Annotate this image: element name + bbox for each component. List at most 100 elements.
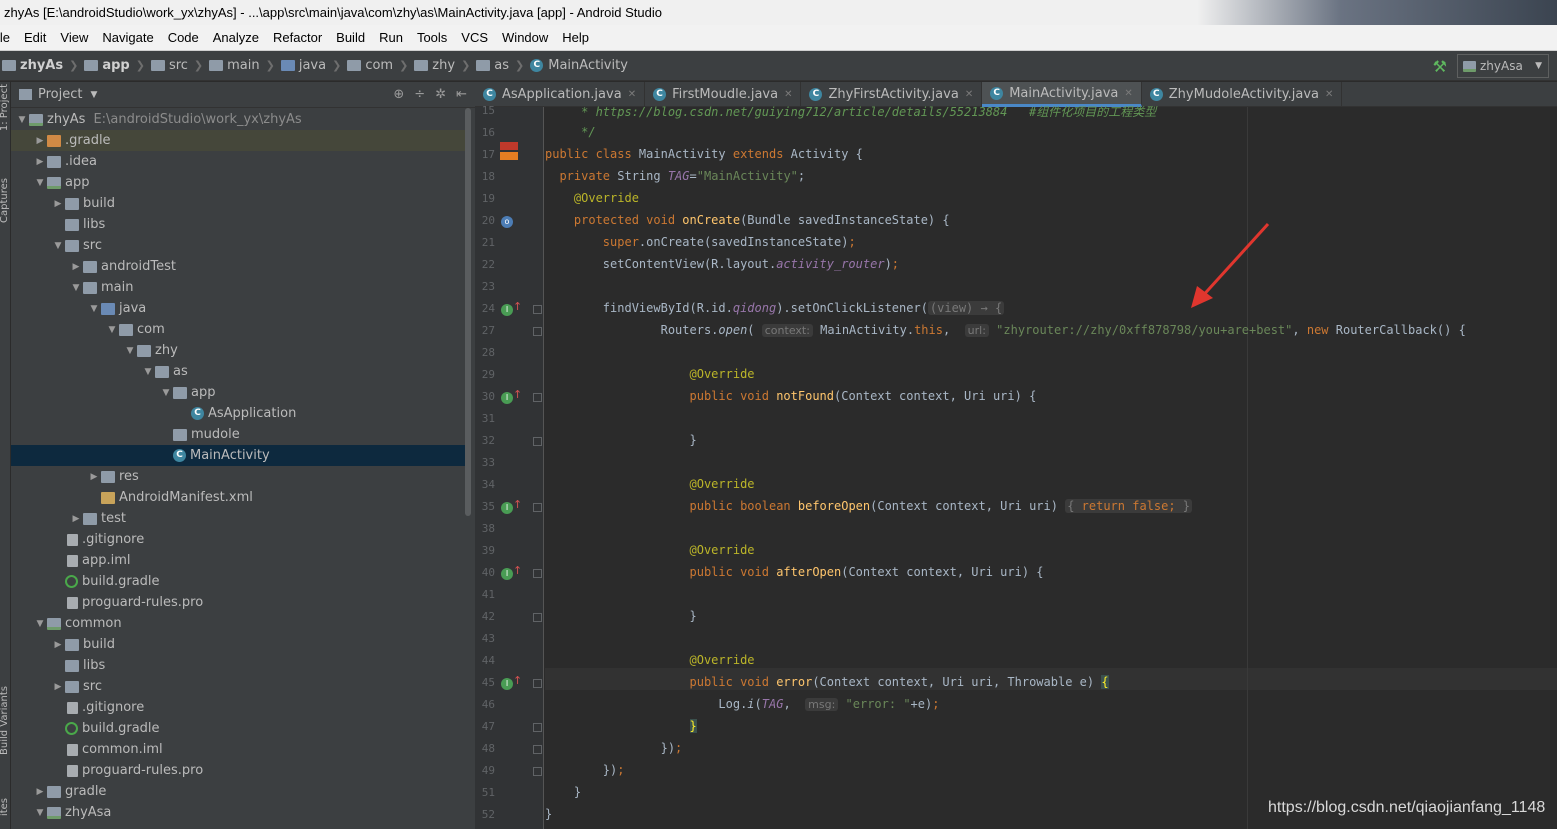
tree-item[interactable]: ▼ main xyxy=(11,277,465,298)
code-line[interactable]: super.onCreate(savedInstanceState); xyxy=(545,235,856,249)
favorites-tool-window-button[interactable]: ites xyxy=(0,798,10,816)
tree-item[interactable]: libs xyxy=(11,655,465,676)
breadcrumb-item[interactable]: src ❯ xyxy=(149,58,207,73)
breadcrumb-item[interactable]: as ❯ xyxy=(474,58,528,73)
overrides-icon[interactable]: o xyxy=(501,216,513,228)
collapsed-arrow-icon[interactable]: ▶ xyxy=(51,640,65,650)
hide-panel-icon[interactable]: ⇤ xyxy=(456,87,467,102)
fold-toggle-icon[interactable] xyxy=(533,305,542,314)
code-line[interactable]: * https://blog.csdn.net/guiying712/artic… xyxy=(545,103,1156,120)
menu-item[interactable]: View xyxy=(53,25,95,51)
tree-item[interactable]: ▼ app xyxy=(11,382,465,403)
menu-item[interactable]: Refactor xyxy=(266,25,329,51)
tree-item[interactable]: proguard-rules.pro xyxy=(11,760,465,781)
close-icon[interactable]: ✕ xyxy=(965,89,973,100)
tree-item[interactable]: ▶ build xyxy=(11,634,465,655)
gear-icon[interactable]: ✲ xyxy=(435,87,446,102)
collapsed-arrow-icon[interactable]: ▶ xyxy=(33,136,47,146)
project-view-select[interactable]: Project xyxy=(38,87,82,102)
fold-toggle-icon[interactable] xyxy=(533,437,542,446)
fold-toggle-icon[interactable] xyxy=(533,393,542,402)
close-icon[interactable]: ✕ xyxy=(1325,89,1333,100)
tree-item[interactable]: ▶ androidTest xyxy=(11,256,465,277)
collapsed-arrow-icon[interactable]: ▶ xyxy=(69,514,83,524)
tree-item[interactable]: ▼ common xyxy=(11,613,465,634)
breadcrumb-item[interactable]: java ❯ xyxy=(279,58,345,73)
breadcrumb-item[interactable]: zhy ❯ xyxy=(412,58,474,73)
code-line[interactable]: setContentView(R.layout.activity_router)… xyxy=(545,257,899,271)
fold-toggle-icon[interactable] xyxy=(533,679,542,688)
tree-item[interactable]: libs xyxy=(11,214,465,235)
tree-item[interactable]: ▶ build xyxy=(11,193,465,214)
code-line[interactable]: */ xyxy=(545,125,595,139)
project-scrollbar[interactable] xyxy=(465,108,471,516)
fold-toggle-icon[interactable] xyxy=(533,723,542,732)
expanded-arrow-icon[interactable]: ▼ xyxy=(33,619,47,629)
tree-item[interactable]: C AsApplication xyxy=(11,403,465,424)
menu-item[interactable]: Run xyxy=(372,25,410,51)
project-tool-window-button[interactable]: 1: Project xyxy=(0,84,10,131)
code-line[interactable]: }); xyxy=(545,763,625,777)
code-line[interactable]: Log.i(TAG, msg: "error: "+e); xyxy=(545,697,939,711)
activity-layout-icon[interactable] xyxy=(500,142,520,162)
code-line[interactable]: } xyxy=(545,785,581,799)
code-line[interactable]: protected void onCreate(Bundle savedInst… xyxy=(545,213,950,227)
collapsed-arrow-icon[interactable]: ▶ xyxy=(33,787,47,797)
menu-item[interactable]: Code xyxy=(161,25,206,51)
chevron-down-icon[interactable]: ▼ xyxy=(90,90,97,100)
code-line[interactable]: @Override xyxy=(545,477,755,491)
code-line[interactable]: Routers.open( context: MainActivity.this… xyxy=(545,323,1466,337)
tree-item[interactable]: ▶ test xyxy=(11,508,465,529)
build-hammer-icon[interactable]: ⚒ xyxy=(1433,57,1447,76)
code-line[interactable]: @Override xyxy=(545,191,639,205)
breadcrumb-item[interactable]: main ❯ xyxy=(207,58,279,73)
code-line[interactable]: @Override xyxy=(545,367,755,381)
fold-toggle-icon[interactable] xyxy=(533,327,542,336)
fold-toggle-icon[interactable] xyxy=(533,767,542,776)
code-line[interactable]: } xyxy=(545,719,697,733)
breadcrumb-item[interactable]: zhyAs ❯ xyxy=(0,58,82,73)
collapsed-arrow-icon[interactable]: ▶ xyxy=(51,199,65,209)
tree-item[interactable]: app.iml xyxy=(11,550,465,571)
code-line[interactable]: }); xyxy=(545,741,683,755)
fold-toggle-icon[interactable] xyxy=(533,745,542,754)
menu-item[interactable]: Tools xyxy=(410,25,454,51)
collapse-all-icon[interactable]: ÷ xyxy=(414,87,425,102)
expanded-arrow-icon[interactable]: ▼ xyxy=(33,178,47,188)
tree-item[interactable]: ▶ gradle xyxy=(11,781,465,802)
tree-item[interactable]: AndroidManifest.xml xyxy=(11,487,465,508)
tree-item[interactable]: ▼ zhyAsa xyxy=(11,802,465,823)
code-line[interactable]: public void afterOpen(Context context, U… xyxy=(545,565,1044,579)
implements-icon[interactable]: I xyxy=(501,678,513,690)
tree-item[interactable]: proguard-rules.pro xyxy=(11,592,465,613)
expanded-arrow-icon[interactable]: ▼ xyxy=(159,388,173,398)
breadcrumb-item[interactable]: app ❯ xyxy=(82,58,149,73)
collapsed-arrow-icon[interactable]: ▶ xyxy=(51,682,65,692)
implements-icon[interactable]: I xyxy=(501,304,513,316)
collapsed-arrow-icon[interactable]: ▶ xyxy=(69,262,83,272)
expanded-arrow-icon[interactable]: ▼ xyxy=(141,367,155,377)
tree-item[interactable]: ▶ src xyxy=(11,676,465,697)
implements-icon[interactable]: I xyxy=(501,502,513,514)
menu-item[interactable]: Help xyxy=(555,25,596,51)
close-icon[interactable]: ✕ xyxy=(784,89,792,100)
code-line[interactable]: public void error(Context context, Uri u… xyxy=(545,675,1109,689)
menu-item[interactable]: Edit xyxy=(17,25,53,51)
tree-item[interactable]: mudole xyxy=(11,424,465,445)
tree-item[interactable]: .gitignore xyxy=(11,529,465,550)
fold-toggle-icon[interactable] xyxy=(533,613,542,622)
tree-item[interactable]: build.gradle xyxy=(11,571,465,592)
code-line[interactable]: @Override xyxy=(545,653,755,667)
run-configuration-select[interactable]: zhyAsa ▼ xyxy=(1457,54,1549,78)
code-line[interactable]: } xyxy=(545,433,696,447)
code-line[interactable]: private String TAG="MainActivity"; xyxy=(545,169,805,183)
expanded-arrow-icon[interactable]: ▼ xyxy=(87,304,101,314)
tree-item[interactable]: ▼ zhy xyxy=(11,340,465,361)
expanded-arrow-icon[interactable]: ▼ xyxy=(15,115,29,125)
code-line[interactable]: } xyxy=(545,807,552,821)
implements-icon[interactable]: I xyxy=(501,392,513,404)
scroll-from-source-icon[interactable]: ⊕ xyxy=(393,87,404,102)
tree-item[interactable]: ▶ res xyxy=(11,466,465,487)
tree-item[interactable]: ▼ zhyAs E:\androidStudio\work_yx\zhyAs xyxy=(11,109,465,130)
tree-item[interactable]: ▼ java xyxy=(11,298,465,319)
